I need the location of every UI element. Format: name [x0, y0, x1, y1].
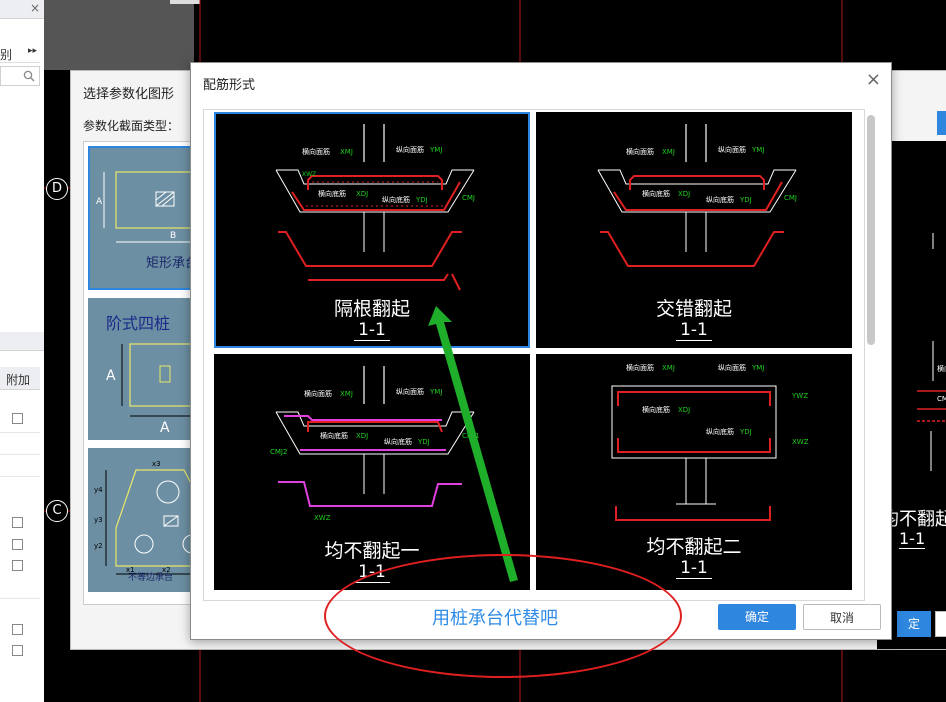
annotation-note: 用桩承台代替吧: [432, 608, 558, 629]
